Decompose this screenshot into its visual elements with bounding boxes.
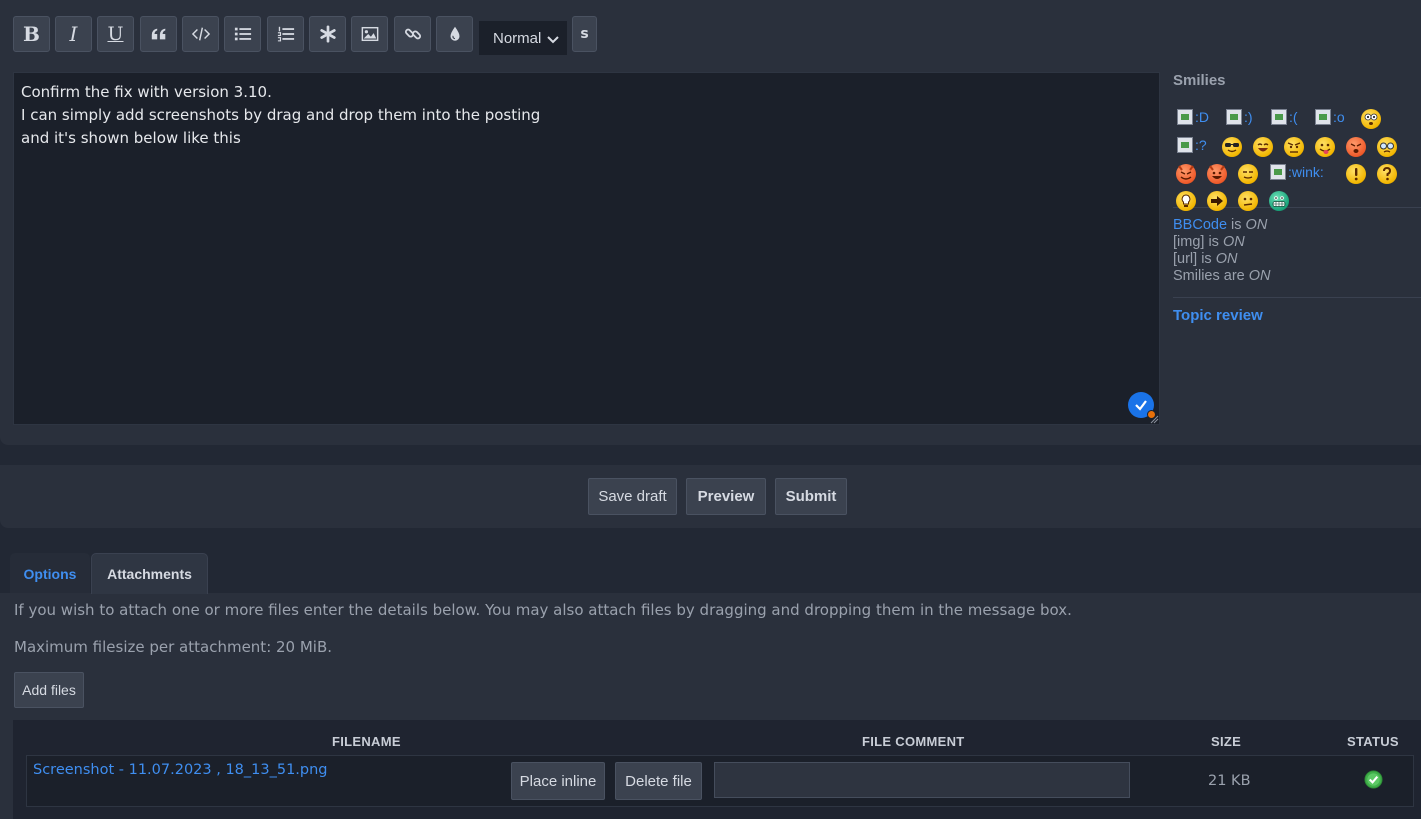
smiley-question-icon[interactable]: [1377, 164, 1397, 184]
smiley-eek-icon[interactable]: [1361, 109, 1381, 129]
smilies-label: Smilies are: [1173, 268, 1249, 284]
smiley-exclaim-icon[interactable]: [1346, 164, 1366, 184]
list-item-button[interactable]: [309, 16, 346, 52]
numbered-list-button[interactable]: [267, 16, 304, 52]
message-textarea[interactable]: Confirm the fix with version 3.10. I can…: [13, 72, 1160, 425]
smiley-biggrin[interactable]: :D: [1177, 109, 1209, 125]
underline-button[interactable]: U: [97, 16, 134, 52]
smilies-state: ON: [1248, 268, 1271, 284]
attachment-instructions: If you wish to attach one or more files …: [14, 601, 1072, 619]
resize-handle-icon[interactable]: [1150, 415, 1159, 424]
place-inline-button[interactable]: Place inline: [511, 762, 605, 800]
submit-button[interactable]: Submit: [775, 478, 847, 515]
bold-label: B: [23, 22, 40, 46]
quote-button[interactable]: [140, 16, 177, 52]
code-button[interactable]: [182, 16, 219, 52]
droplet-icon: [450, 26, 459, 41]
font-size-value: Normal: [493, 29, 542, 47]
strikethrough-button[interactable]: s: [572, 16, 597, 52]
column-header-size: SIZE: [1211, 734, 1242, 749]
delete-file-button[interactable]: Delete file: [615, 762, 702, 800]
column-header-filename: FILENAME: [332, 734, 401, 749]
preview-button[interactable]: Preview: [686, 478, 766, 515]
smiley-devil-icon[interactable]: [1207, 164, 1227, 184]
message-line: Confirm the fix with version 3.10.: [21, 83, 272, 101]
bold-button[interactable]: B: [13, 16, 50, 52]
smiley-sad[interactable]: :(: [1271, 109, 1298, 125]
image-button[interactable]: [351, 16, 388, 52]
bullet-list-icon: [234, 27, 251, 41]
bbcode-state: ON: [1245, 217, 1268, 233]
smilies-title: Smilies: [1173, 72, 1226, 89]
url-label: [url] is: [1173, 251, 1216, 267]
smiley-razz-icon[interactable]: [1315, 137, 1335, 157]
quote-icon: [151, 28, 165, 40]
url-state: ON: [1215, 251, 1238, 267]
font-size-select[interactable]: Normal: [479, 21, 567, 55]
message-line: and it's shown below like this: [21, 129, 241, 147]
file-size: 21 KB: [1208, 773, 1251, 789]
smiley-confused[interactable]: :?: [1177, 137, 1207, 153]
smiley-rolleyes-icon[interactable]: [1238, 164, 1258, 184]
column-header-comment: FILE COMMENT: [862, 734, 965, 749]
bbcode-status: BBCode is ON [img] is ON [url] is ON Smi…: [1173, 208, 1421, 297]
smiley-geek-icon[interactable]: [1377, 137, 1397, 157]
smiley-evil-icon[interactable]: [1346, 137, 1366, 157]
image-icon: [361, 26, 378, 42]
smilies-grid: :D :) :( :o :?:wink:: [1173, 89, 1421, 211]
file-comment-input[interactable]: [714, 762, 1130, 798]
code-icon: [191, 27, 210, 41]
strike-label: s: [580, 26, 589, 42]
smiley-wink[interactable]: :wink:: [1270, 164, 1324, 180]
smiley-smile[interactable]: :): [1226, 109, 1253, 125]
smiley-mad-icon[interactable]: [1284, 137, 1304, 157]
link-button[interactable]: [394, 16, 431, 52]
asterisk-icon: [319, 25, 336, 43]
add-files-button[interactable]: Add files: [14, 672, 84, 708]
smiley-mrgreen-icon[interactable]: [1269, 191, 1289, 211]
italic-button[interactable]: I: [55, 16, 92, 52]
smiley-lol-icon[interactable]: [1253, 137, 1273, 157]
img-label: [img] is: [1173, 234, 1223, 250]
bbcode-is-label: is: [1227, 217, 1246, 233]
color-button[interactable]: [436, 16, 473, 52]
smiley-idea-icon[interactable]: [1176, 191, 1196, 211]
max-filesize: Maximum filesize per attachment: 20 MiB.: [14, 638, 333, 656]
bullet-list-button[interactable]: [224, 16, 261, 52]
bbcode-help-link[interactable]: BBCode: [1173, 217, 1227, 233]
tab-attachments[interactable]: Attachments: [91, 553, 208, 594]
check-icon: [1135, 400, 1147, 411]
numbered-list-icon: [277, 26, 294, 42]
save-draft-button[interactable]: Save draft: [588, 478, 677, 515]
italic-label: I: [69, 22, 78, 46]
underline-label: U: [107, 23, 124, 45]
attachment-filename-link[interactable]: Screenshot - 11.07.2023 , 18_13_51.png: [33, 762, 328, 778]
smiley-arrow-icon[interactable]: [1207, 191, 1227, 211]
smiley-cool-icon[interactable]: [1222, 137, 1242, 157]
tab-options[interactable]: Options: [10, 553, 90, 594]
message-line: I can simply add screenshots by drag and…: [21, 106, 541, 124]
img-state: ON: [1222, 234, 1245, 250]
column-header-status: STATUS: [1347, 734, 1399, 749]
smiley-surprised[interactable]: :o: [1315, 109, 1345, 125]
smiley-twisted-icon[interactable]: [1176, 164, 1196, 184]
smiley-neutral-icon[interactable]: [1238, 191, 1258, 211]
check-circle-icon: [1364, 770, 1383, 789]
topic-review-link[interactable]: Topic review: [1173, 298, 1421, 324]
chevron-down-icon: [547, 36, 559, 44]
editor-sidebar: Smilies :D :) :( :o :?:wink: BBCode is …: [1173, 72, 1421, 324]
link-icon: [404, 28, 421, 40]
